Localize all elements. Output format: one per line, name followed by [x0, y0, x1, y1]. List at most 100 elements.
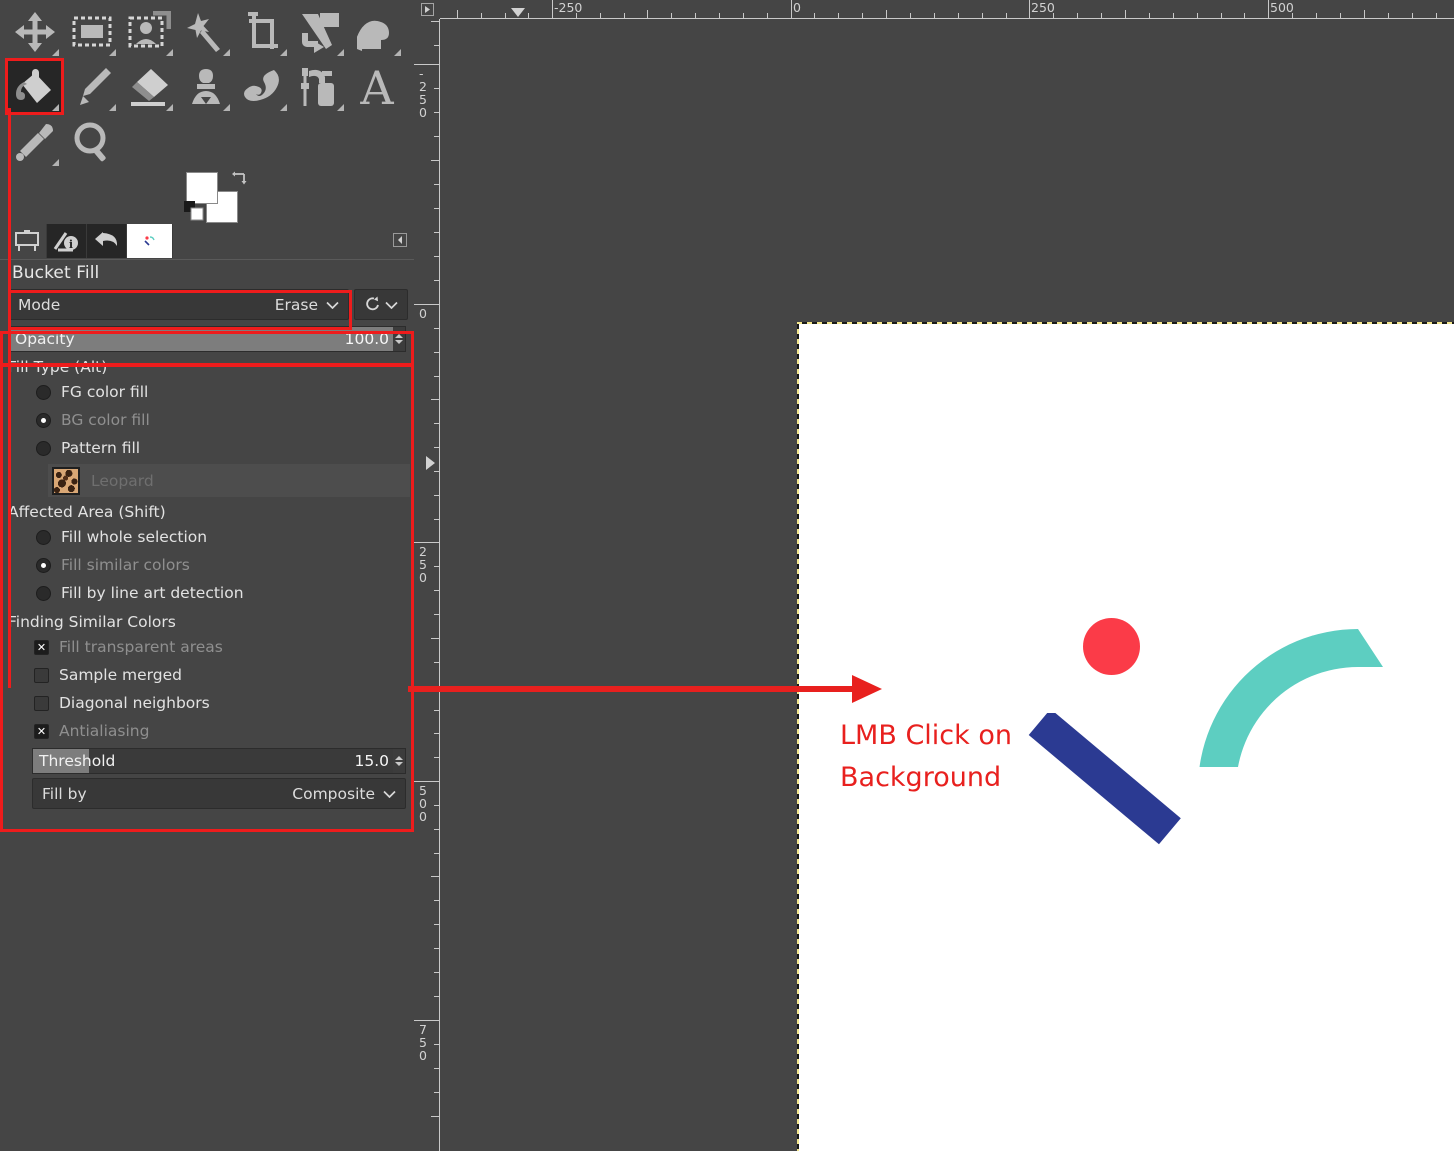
radio-label: Pattern fill [61, 439, 141, 457]
rectangle-select-tool[interactable] [63, 4, 120, 59]
radio-icon [36, 557, 51, 573]
airbrush-tool[interactable] [291, 59, 348, 114]
warp-transform-tool[interactable] [348, 4, 405, 59]
opacity-slider[interactable]: Opacity 100.0 [8, 326, 406, 352]
clone-tool[interactable] [177, 59, 234, 114]
svg-text:i: i [68, 238, 72, 251]
checkbox-icon [34, 667, 49, 683]
checkbox-antialiasing[interactable]: ✕ Antialiasing [0, 717, 414, 745]
pattern-name: Leopard [91, 471, 154, 490]
vertical-ruler[interactable]: -250 0 250 500 750 [414, 19, 440, 1151]
checkbox-sample-merged[interactable]: Sample merged [0, 661, 414, 689]
radio-icon [36, 384, 51, 400]
v-ruler-label: -250 [419, 66, 427, 120]
smudge-tool[interactable] [234, 59, 291, 114]
images-tab[interactable] [127, 224, 173, 258]
stepper-up-icon [395, 756, 403, 760]
annotation-arrow [408, 675, 882, 703]
fill-by-dropdown[interactable]: Fill by Composite [32, 778, 406, 809]
radio-icon [36, 412, 51, 428]
mode-value: Erase [274, 295, 318, 314]
swap-colors-icon[interactable] [230, 170, 248, 188]
radio-fg-color-fill[interactable]: FG color fill [0, 378, 414, 406]
horizontal-ruler[interactable]: -250 0 250 500 [440, 0, 1454, 19]
radio-label: BG color fill [61, 411, 150, 429]
canvas-area: -250 0 250 500 - 2 5 0 0 2 5 0 5 0 0 7 5… [414, 0, 1454, 1151]
tool-triangle-icon [337, 49, 344, 56]
ruler-menu-button[interactable] [414, 0, 440, 19]
tool-triangle-icon [280, 104, 287, 111]
device-status-icon: i [53, 232, 78, 252]
h-ruler-label: 250 [1031, 0, 1055, 15]
opacity-label: Opacity [15, 330, 75, 348]
tool-triangle-icon [166, 104, 173, 111]
pattern-selector[interactable]: Leopard [48, 464, 410, 497]
unified-transform-tool[interactable] [291, 4, 348, 59]
tool-options-tab[interactable] [7, 224, 47, 258]
tool-triangle-icon [52, 159, 59, 166]
stepper-down-icon [395, 762, 403, 766]
radio-label: Fill similar colors [61, 556, 190, 574]
h-ruler-label: -250 [554, 0, 583, 15]
radio-fill-whole-selection[interactable]: Fill whole selection [0, 523, 414, 551]
tool-triangle-icon [166, 49, 173, 56]
crop-tool[interactable] [234, 4, 291, 59]
dock-collapse-button[interactable] [392, 232, 408, 248]
mode-label: Mode [18, 295, 61, 314]
fuzzy-select-tool[interactable] [177, 4, 234, 59]
radio-label: Fill whole selection [61, 528, 208, 546]
radio-label: Fill by line art detection [61, 584, 244, 602]
vertical-position-marker [426, 456, 435, 470]
tool-triangle-icon [337, 104, 344, 111]
v-ruler-label: 0 [419, 306, 427, 321]
horizontal-position-marker [511, 8, 525, 17]
tool-options-icon [14, 230, 39, 251]
color-picker-tool[interactable] [6, 114, 63, 169]
radio-fill-by-line-art[interactable]: Fill by line art detection [0, 579, 414, 607]
zoom-tool[interactable] [63, 114, 120, 169]
radio-fill-similar-colors[interactable]: Fill similar colors [0, 551, 414, 579]
image-thumbnail [129, 226, 170, 256]
eraser-tool[interactable] [120, 59, 177, 114]
threshold-stepper[interactable] [393, 749, 405, 773]
svg-text:A: A [359, 66, 394, 108]
canvas-viewport[interactable] [440, 19, 1454, 1151]
bucket-fill-tool[interactable] [5, 58, 64, 115]
checkbox-label: Sample merged [59, 666, 182, 684]
threshold-slider[interactable]: Threshold 15.0 [32, 748, 406, 774]
pattern-thumbnail [52, 466, 80, 495]
affected-area-header: Affected Area (Shift) [8, 503, 166, 521]
gimp-window: A i Bucket Fill Mode Erase Opacity 100.0… [0, 0, 1454, 1151]
color-area [184, 170, 252, 223]
chevron-down-icon [383, 790, 396, 798]
device-status-tab[interactable]: i [47, 224, 87, 258]
checkbox-fill-transparent-areas[interactable]: ✕ Fill transparent areas [0, 633, 414, 661]
mode-row: Mode Erase [8, 289, 408, 320]
text-tool[interactable]: A [348, 59, 405, 114]
opacity-stepper[interactable] [393, 327, 405, 351]
left-dock: A i Bucket Fill Mode Erase Opacity 100.0… [0, 0, 414, 1151]
radio-pattern-fill[interactable]: Pattern fill [0, 434, 414, 462]
h-ruler-label: 500 [1270, 0, 1294, 15]
tool-triangle-icon [223, 104, 230, 111]
tool-triangle-icon [52, 49, 59, 56]
mode-reset-button[interactable] [354, 289, 408, 320]
threshold-label: Threshold [39, 752, 116, 770]
blue-bar [1028, 713, 1181, 845]
dock-tab-bar: i [7, 224, 173, 258]
toolbox: A [5, 4, 408, 169]
radio-bg-color-fill[interactable]: BG color fill [0, 406, 414, 434]
foreground-color-swatch[interactable] [186, 172, 218, 204]
move-tool[interactable] [6, 4, 63, 59]
threshold-value: 15.0 [354, 752, 389, 770]
paintbrush-tool[interactable] [63, 59, 120, 114]
radio-label: FG color fill [61, 383, 149, 401]
h-ruler-label: 0 [793, 0, 801, 15]
default-colors-icon[interactable] [184, 201, 204, 221]
undo-history-tab[interactable] [87, 224, 127, 258]
mode-dropdown[interactable]: Mode Erase [8, 289, 349, 320]
finding-similar-colors-header: Finding Similar Colors [8, 613, 176, 631]
foreground-select-tool[interactable] [120, 4, 177, 59]
chevron-down-icon [326, 301, 339, 309]
checkbox-diagonal-neighbors[interactable]: Diagonal neighbors [0, 689, 414, 717]
